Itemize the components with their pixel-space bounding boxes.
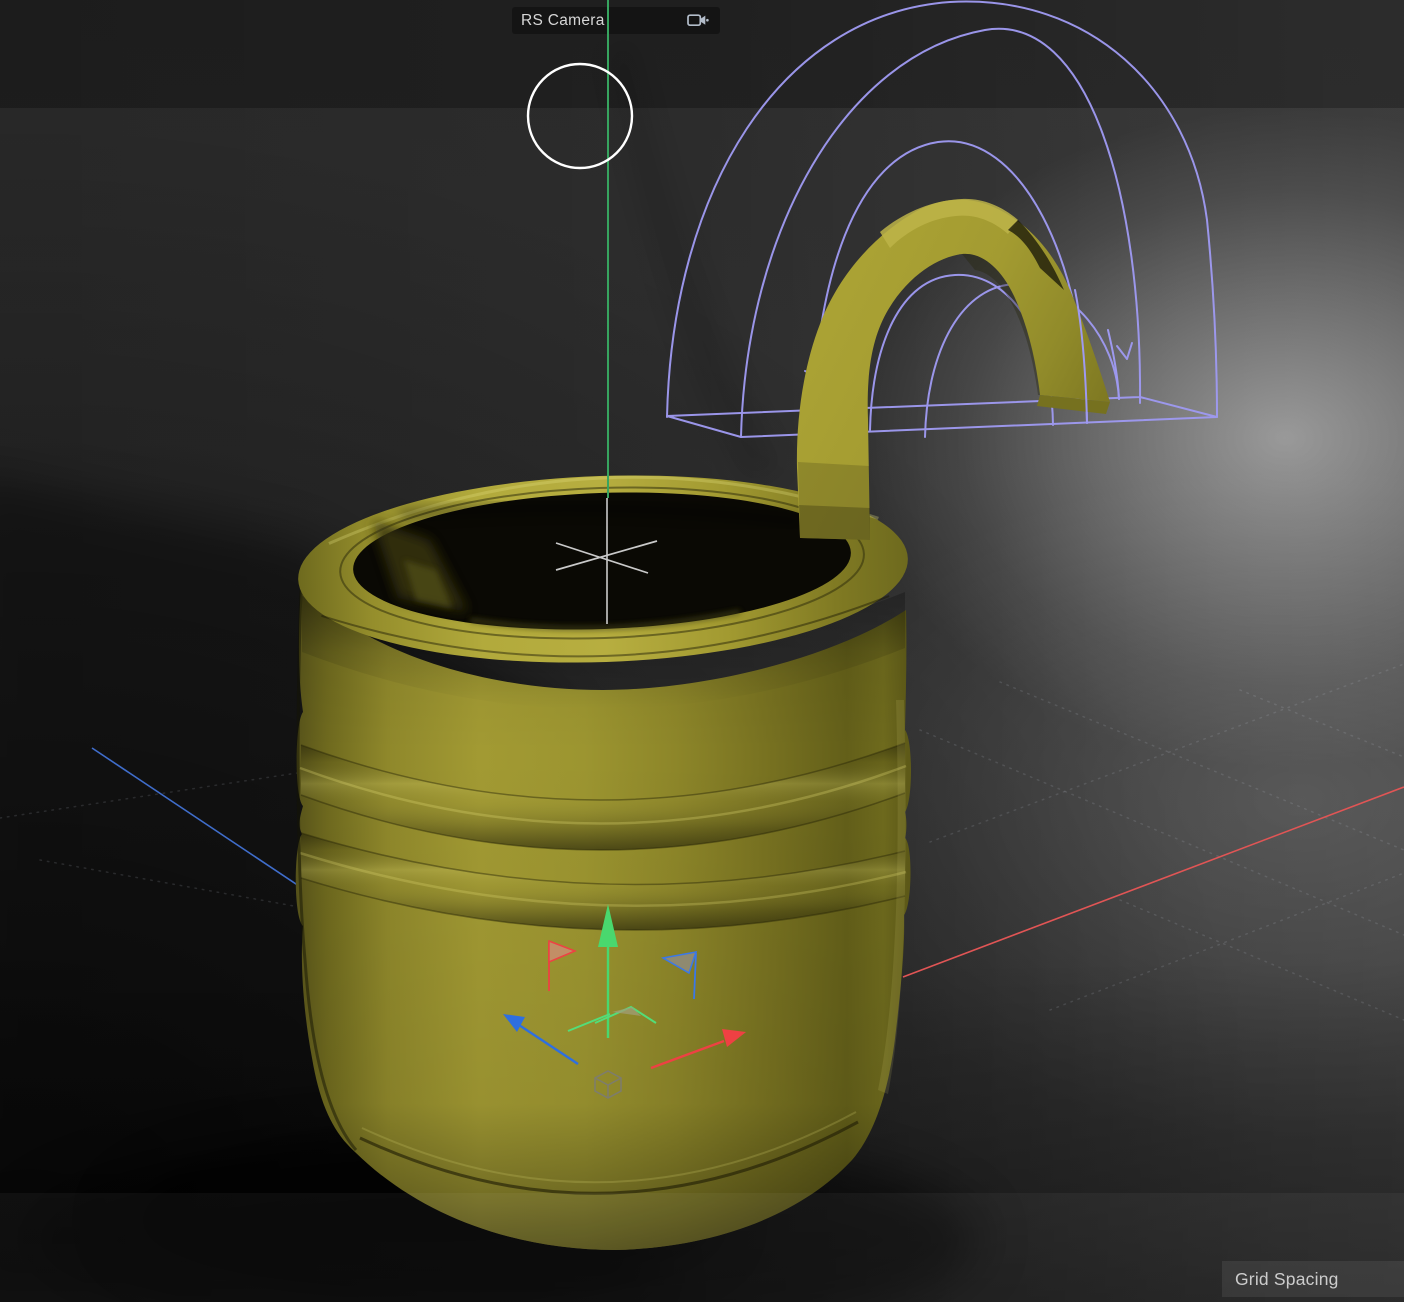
camera-label[interactable]: RS Camera — [521, 13, 605, 29]
grid-spacing-text: Grid Spacing — [1235, 1269, 1339, 1290]
video-camera-icon[interactable] — [687, 12, 709, 29]
grid-spacing-readout: Grid Spacing — [1222, 1261, 1404, 1297]
scene-canvas[interactable] — [0, 0, 1404, 1302]
oil-drum-barrel-model[interactable] — [295, 465, 911, 1250]
strap-shade-deep — [799, 505, 870, 540]
active-camera-selector[interactable]: RS Camera — [512, 7, 720, 34]
bottom-band — [0, 1193, 1404, 1302]
viewport-3d[interactable]: RS Camera Grid Spacing — [0, 0, 1404, 1302]
